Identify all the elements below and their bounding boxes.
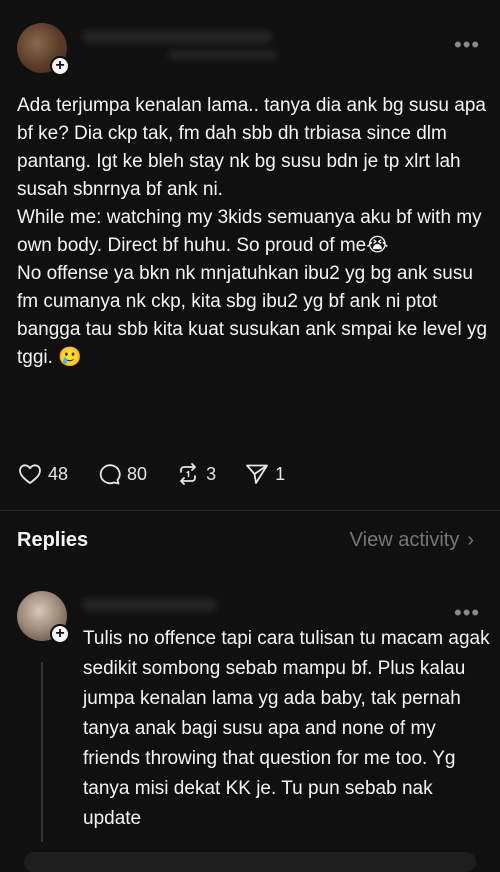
post-body: Ada terjumpa kenalan lama.. tanya dia an… <box>17 92 487 372</box>
replies-heading: Replies <box>17 529 89 551</box>
username-blurred[interactable] <box>82 30 272 44</box>
comment-button[interactable]: 80 <box>97 463 147 485</box>
like-button[interactable]: 48 <box>18 463 68 485</box>
comment-icon <box>99 464 121 485</box>
post-paragraph: Ada terjumpa kenalan lama.. tanya dia an… <box>17 95 486 200</box>
reply-follow-plus-icon[interactable]: + <box>50 624 70 644</box>
reply-input-bar[interactable] <box>24 852 476 872</box>
reply-body: Tulis no offence tapi cara tulisan tu ma… <box>83 628 490 829</box>
comment-count: 80 <box>127 463 148 484</box>
repost-count: 3 <box>206 463 217 484</box>
chevron-right-icon: › <box>467 529 474 551</box>
follow-plus-icon[interactable]: + <box>50 56 70 76</box>
view-activity-link[interactable]: View activity › <box>350 529 474 552</box>
repost-icon <box>180 463 196 485</box>
repost-button[interactable]: 3 <box>176 463 216 485</box>
reply-more-options-icon[interactable]: ••• <box>454 602 480 624</box>
view-activity-label: View activity <box>349 529 460 551</box>
post-paragraph: No offense ya bkn nk mnjatuhkan ibu2 yg … <box>17 263 488 368</box>
post-paragraph: While me: watching my 3kids semuanya aku… <box>17 207 482 256</box>
thread-line <box>41 662 43 842</box>
reply-username-blurred[interactable] <box>82 598 217 612</box>
send-icon <box>246 464 268 484</box>
post-actions: 48 80 3 1 <box>18 460 314 488</box>
share-button[interactable]: 1 <box>245 463 285 485</box>
heart-icon <box>19 464 41 484</box>
username-blurred-2 <box>168 50 278 60</box>
share-count: 1 <box>275 463 286 484</box>
like-count: 48 <box>48 463 69 484</box>
divider <box>0 510 500 511</box>
more-options-icon[interactable]: ••• <box>454 34 480 56</box>
